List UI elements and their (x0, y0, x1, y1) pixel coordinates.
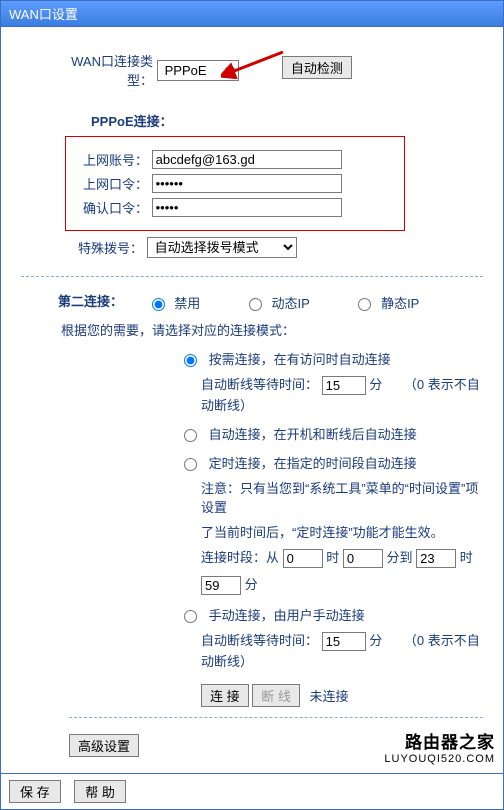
schedule-to-hour[interactable] (416, 549, 456, 568)
second-connection-section: 第二连接： 禁用 动态IP 静态IP 根据您的需要，请选择对应的连接模式： 按需… (21, 276, 483, 757)
second-conn-hint: 根据您的需要，请选择对应的连接模式： (61, 320, 483, 339)
schedule-hour-unit-1: 时 (326, 550, 339, 565)
title-text: WAN口设置 (9, 7, 78, 22)
schedule-time-label: 连接时段：从 (201, 550, 279, 565)
mode-auto-label: 自动连接，在开机和断线后自动连接 (209, 427, 417, 442)
second-conn-static-label: 静态IP (381, 296, 419, 311)
manual-unit: 分 (369, 633, 382, 648)
advanced-settings-button[interactable]: 高级设置 (69, 734, 139, 757)
mode-auto-radio[interactable] (184, 429, 197, 442)
mode-schedule-radio[interactable] (184, 458, 197, 471)
help-button[interactable]: 帮 助 (74, 780, 126, 803)
schedule-to-min[interactable] (201, 576, 241, 595)
manual-wait-input[interactable] (322, 632, 366, 651)
schedule-mid-label: 分到 (387, 550, 413, 565)
schedule-from-hour[interactable] (283, 549, 323, 568)
schedule-from-min[interactable] (343, 549, 383, 568)
second-conn-title: 第二连接： (21, 291, 123, 310)
second-conn-dynamic-radio[interactable] (249, 298, 262, 311)
mode-on-demand-label: 按需连接，在有访问时自动连接 (209, 352, 391, 367)
watermark-title: 路由器之家 (384, 728, 495, 753)
on-demand-wait-input[interactable] (322, 376, 366, 395)
username-input[interactable] (152, 150, 342, 169)
save-button[interactable]: 保 存 (9, 780, 61, 803)
schedule-min-unit: 分 (245, 577, 258, 592)
second-conn-disable-radio[interactable] (152, 298, 165, 311)
password-label: 上网口令： (70, 174, 148, 193)
mode-on-demand-radio[interactable] (184, 354, 197, 367)
watermark: 路由器之家 LUYOUQI520.COM (384, 728, 495, 765)
mode-manual-radio[interactable] (184, 610, 197, 623)
connect-button[interactable]: 连 接 (201, 684, 249, 707)
mode-schedule-label: 定时连接，在指定的时间段自动连接 (209, 456, 417, 471)
second-conn-dynamic-label: 动态IP (272, 296, 310, 311)
password-input[interactable] (152, 174, 342, 193)
schedule-note-2: 了当前时间后，“定时连接”功能才能生效。 (201, 522, 483, 541)
confirm-password-input[interactable] (152, 198, 342, 217)
connection-mode-group: 按需连接，在有访问时自动连接 自动断线等待时间： 分 （0 表示不自动断线） 自… (21, 349, 483, 670)
auto-detect-button[interactable]: 自动检测 (282, 56, 352, 79)
second-conn-static-radio[interactable] (358, 298, 371, 311)
disconnect-button[interactable]: 断 线 (252, 684, 300, 707)
connection-status: 未连接 (310, 689, 349, 704)
conn-type-label: WAN口连接类型： (53, 51, 153, 89)
footer-bar: 保 存 帮 助 (0, 774, 504, 810)
watermark-url: LUYOUQI520.COM (384, 753, 495, 765)
title-bar: WAN口设置 (0, 0, 504, 27)
on-demand-unit: 分 (369, 377, 382, 392)
username-label: 上网账号： (70, 150, 148, 169)
conn-type-select[interactable]: PPPoE (157, 60, 239, 81)
second-conn-disable-label: 禁用 (174, 296, 200, 311)
credentials-box: 上网账号： 上网口令： 确认口令： (65, 136, 405, 231)
on-demand-wait-label: 自动断线等待时间： (201, 377, 318, 392)
special-dial-select[interactable]: 自动选择拨号模式 (147, 237, 297, 258)
mode-manual-label: 手动连接，由用户手动连接 (209, 608, 365, 623)
schedule-note-1: 注意：只有当您到“系统工具”菜单的“时间设置”项设置 (201, 478, 483, 516)
special-dial-label: 特殊拨号： (69, 238, 143, 257)
main-panel: WAN口连接类型： PPPoE 自动检测 PPPoE连接： 上网账号： 上网口令… (0, 27, 504, 774)
confirm-password-label: 确认口令： (70, 198, 148, 217)
manual-wait-label: 自动断线等待时间： (201, 633, 318, 648)
pppoe-section-title: PPPoE连接： (91, 111, 483, 130)
schedule-hour-unit-2: 时 (460, 550, 473, 565)
